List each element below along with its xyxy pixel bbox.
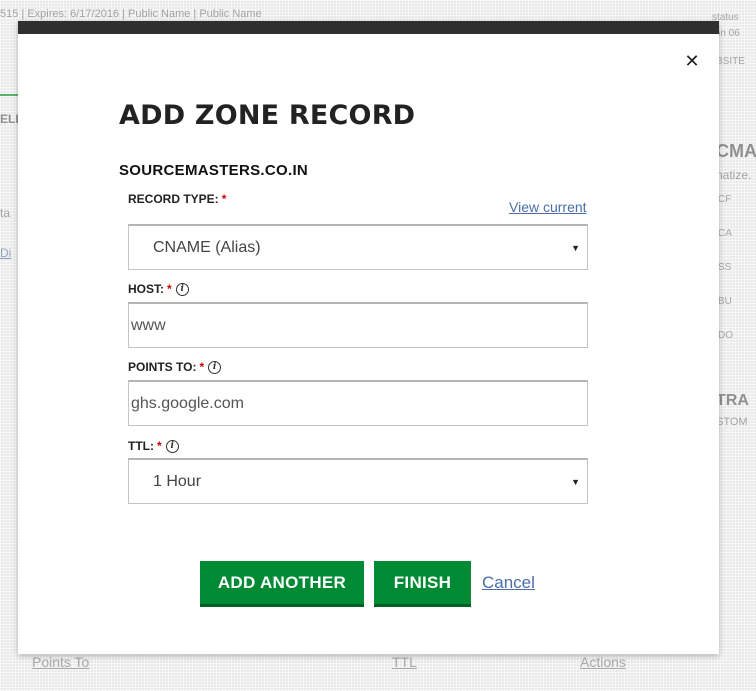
bg-list-item: CA	[718, 228, 732, 239]
add-another-button[interactable]: ADD ANOTHER	[200, 561, 364, 607]
view-current-link[interactable]: View current	[509, 199, 587, 215]
required-marker: *	[157, 439, 162, 453]
info-icon[interactable]: i	[165, 439, 179, 453]
chevron-down-icon: ▼	[571, 242, 580, 253]
points-to-input[interactable]: ghs.google.com	[128, 380, 588, 426]
info-icon[interactable]: i	[175, 282, 189, 296]
bg-right-heading: CMA	[716, 141, 756, 161]
host-input[interactable]: www	[128, 302, 588, 348]
bg-column-points-to: Points To	[32, 654, 90, 670]
bg-column-ttl: TTL	[392, 654, 417, 670]
bg-list-item: DO	[718, 330, 733, 341]
record-type-select[interactable]: CNAME (Alias) ▼	[128, 224, 588, 270]
record-type-label: RECORD TYPE: *	[128, 192, 226, 206]
required-marker: *	[221, 192, 227, 206]
dialog-title: ADD ZONE RECORD	[119, 100, 416, 131]
chevron-down-icon: ▼	[571, 476, 580, 487]
points-to-value: ghs.google.com	[131, 394, 244, 412]
info-icon[interactable]: i	[208, 360, 222, 374]
host-value: www	[131, 316, 166, 334]
required-marker: *	[167, 282, 172, 296]
bg-right-heading-2: TRA	[716, 392, 749, 409]
domain-name: SOURCEMASTERS.CO.IN	[119, 162, 309, 179]
ttl-select[interactable]: 1 Hour ▼	[128, 458, 588, 504]
host-label: HOST: * i	[128, 282, 189, 296]
cancel-link[interactable]: Cancel	[482, 573, 535, 593]
bg-list-item: BU	[718, 296, 732, 307]
bg-column-actions: Actions	[580, 654, 626, 670]
bg-left-label-b: ta	[0, 206, 11, 220]
add-zone-record-dialog: ✕ ADD ZONE RECORD SOURCEMASTERS.CO.IN RE…	[18, 21, 719, 654]
bg-account-bar: 515 | Expires: 6/17/2016 | Public Name |…	[0, 8, 262, 20]
ttl-value: 1 Hour	[153, 472, 202, 490]
ttl-label: TTL: * i	[128, 439, 179, 453]
bg-list-item: SS	[718, 262, 732, 273]
bg-left-link: Di	[0, 246, 12, 260]
bg-right-subtext: natize.	[716, 168, 752, 182]
points-to-label-text: POINTS TO:	[128, 360, 197, 374]
bg-green-accent	[0, 94, 18, 96]
points-to-label: POINTS TO: * i	[128, 360, 222, 374]
bg-right-list: CF CA SS BU DO	[718, 193, 756, 363]
host-label-text: HOST:	[128, 282, 164, 296]
bg-website-text: BSITE	[716, 56, 745, 67]
record-type-label-text: RECORD TYPE:	[128, 192, 219, 206]
bg-right-subtext-2: STOM	[716, 416, 748, 428]
bg-list-item: CF	[718, 194, 732, 205]
ttl-label-text: TTL:	[128, 439, 154, 453]
required-marker: *	[199, 360, 205, 374]
close-icon[interactable]: ✕	[683, 52, 701, 70]
finish-button[interactable]: FINISH	[374, 561, 471, 607]
record-type-value: CNAME (Alias)	[153, 238, 261, 256]
